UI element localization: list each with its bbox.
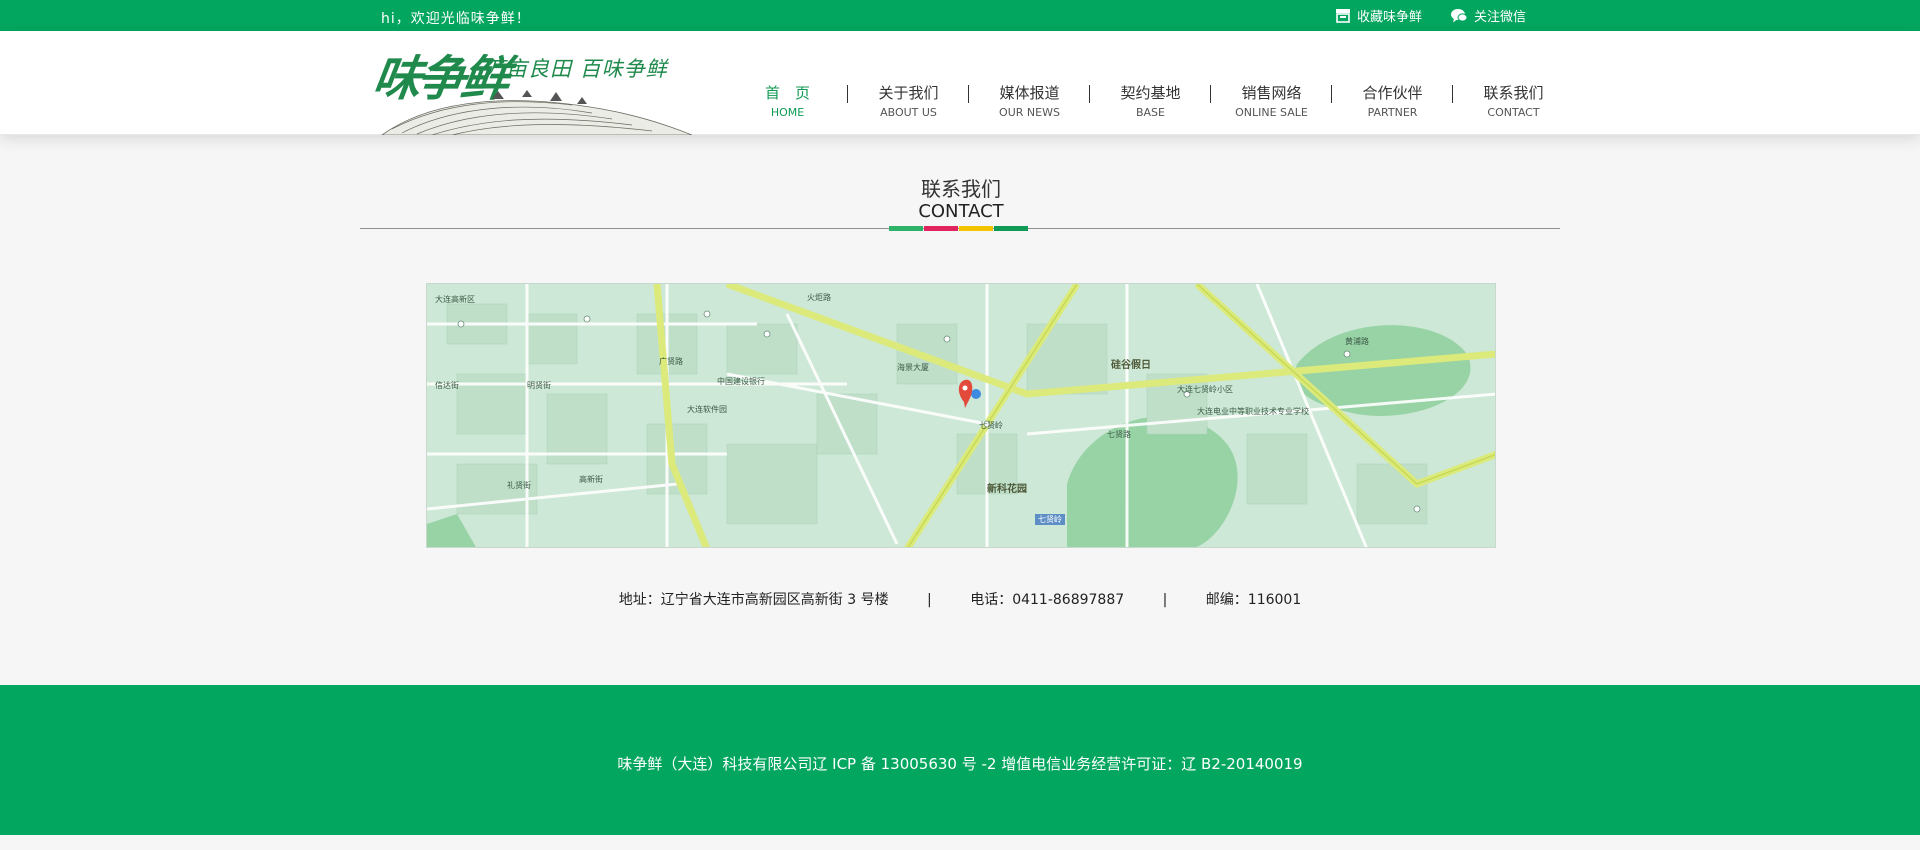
map-label-xinxianjie: 信达街	[435, 381, 459, 390]
map-label-yuxianjie: 礼贤街	[507, 481, 531, 490]
map-label-tower: 大连七贤岭小区	[1177, 385, 1233, 394]
field-illustration	[381, 90, 692, 135]
section-title-en: CONTACT	[918, 201, 1004, 222]
contact-info: 地址：辽宁省大连市高新园区高新街 3 号楼 | 电话：0411-86897887…	[0, 589, 1920, 609]
bookmark-icon	[1335, 8, 1351, 23]
contact-zip: 邮编：116001	[1205, 592, 1302, 608]
map-label-hotel: 海景大厦	[897, 363, 929, 372]
map-label-qixian: 七贤岭	[979, 421, 1003, 430]
footer-copyright: 味争鲜（大连）科技有限公司辽 ICP 备 13005630 号 -2 增值电信业…	[617, 755, 1303, 773]
bookmark-link[interactable]: 收藏味争鲜	[1335, 6, 1422, 25]
map-label-daxi: 大连高新区	[435, 295, 475, 304]
nav-home-en: HOME	[770, 106, 805, 119]
map-label-xinke: 新科花园	[987, 484, 1027, 495]
nav-about[interactable]: 关于我们 ABOUT US	[848, 83, 969, 119]
contact-phone: 电话：0411-86897887	[970, 592, 1125, 608]
color-bar-yellow	[959, 226, 993, 231]
welcome-text: hi，欢迎光临味争鲜！	[381, 11, 531, 27]
map-label-bank: 中国建设银行	[717, 377, 765, 386]
nav-online-sale[interactable]: 销售网络 ONLINE SALE	[1211, 83, 1332, 119]
nav-online-sale-en: ONLINE SALE	[1235, 106, 1308, 119]
top-links: 收藏味争鲜 关注微信	[1335, 6, 1526, 25]
logo-slogan: 万亩良田 百味争鲜	[484, 57, 668, 81]
contact-separator: |	[1162, 592, 1168, 608]
nav-partner-cn: 合作伙伴	[1362, 84, 1423, 102]
section-title-cn: 联系我们	[921, 177, 1001, 201]
map-label-huoju: 火炬路	[807, 293, 831, 302]
map-label-school: 大连电业中等职业技术专业学校	[1197, 407, 1309, 416]
nav-news-en: OUR NEWS	[999, 106, 1060, 119]
nav-contact-cn: 联系我们	[1483, 84, 1544, 102]
nav-base[interactable]: 契约基地 BASE	[1090, 83, 1211, 119]
section-color-bars	[889, 226, 1028, 231]
site-footer: 味争鲜（大连）科技有限公司辽 ICP 备 13005630 号 -2 增值电信业…	[0, 685, 1920, 835]
nav-about-en: ABOUT US	[880, 106, 937, 119]
map-label-mingxianjie: 明贤街	[527, 381, 551, 390]
wechat-icon	[1450, 8, 1468, 24]
site-logo[interactable]: 味争鲜 万亩良田 百味争鲜	[372, 37, 692, 135]
map-label-huangpulu: 黄浦路	[1345, 337, 1369, 346]
map-label-park: 大连软件园	[687, 405, 727, 414]
color-bar-dark-green	[994, 226, 1028, 231]
nav-home[interactable]: 首 页 HOME	[727, 83, 848, 119]
nav-about-cn: 关于我们	[878, 84, 939, 102]
nav-partner-en: PARTNER	[1367, 106, 1418, 119]
nav-online-sale-cn: 销售网络	[1241, 84, 1302, 102]
bookmark-label: 收藏味争鲜	[1356, 10, 1422, 25]
color-bar-pink	[924, 226, 958, 231]
location-map[interactable]: 硅谷假日 新科花园 七贤岭 七贤岭 火炬路 大连高新区 七贤路 广贤路 黄浦路 …	[426, 283, 1496, 548]
section-title: 联系我们 CONTACT	[918, 177, 1004, 223]
map-canvas	[427, 284, 1495, 547]
map-label-guangxianlu: 广贤路	[659, 357, 683, 366]
color-bar-green	[889, 226, 923, 231]
contact-separator: |	[927, 592, 932, 608]
nav-news-cn: 媒体报道	[999, 84, 1060, 102]
nav-home-cn: 首 页	[764, 84, 810, 102]
map-label-qixianlu: 七贤路	[1107, 430, 1131, 439]
nav-base-en: BASE	[1135, 106, 1165, 119]
contact-address: 地址：辽宁省大连市高新园区高新街 3 号楼	[618, 592, 889, 608]
map-label-qixian-badge: 七贤岭	[1035, 514, 1065, 525]
map-label-gaoxinjie: 高新街	[579, 475, 603, 484]
wechat-link[interactable]: 关注微信	[1450, 6, 1526, 25]
wechat-label: 关注微信	[1473, 10, 1526, 25]
top-bar: hi，欢迎光临味争鲜！ 收藏味争鲜 关注微信	[0, 0, 1920, 31]
nav-contact[interactable]: 联系我们 CONTACT	[1453, 83, 1574, 119]
nav-partner[interactable]: 合作伙伴 PARTNER	[1332, 83, 1453, 119]
nav-base-cn: 契约基地	[1120, 84, 1181, 102]
nav-contact-en: CONTACT	[1487, 106, 1540, 119]
nav-news[interactable]: 媒体报道 OUR NEWS	[969, 83, 1090, 119]
map-label-silicon: 硅谷假日	[1111, 360, 1151, 371]
site-header: 味争鲜 万亩良田 百味争鲜 首 页 HOME 关于我们 ABOUT US 媒体报…	[0, 31, 1920, 135]
main-nav: 首 页 HOME 关于我们 ABOUT US 媒体报道 OUR NEWS 契约基…	[727, 83, 1574, 119]
